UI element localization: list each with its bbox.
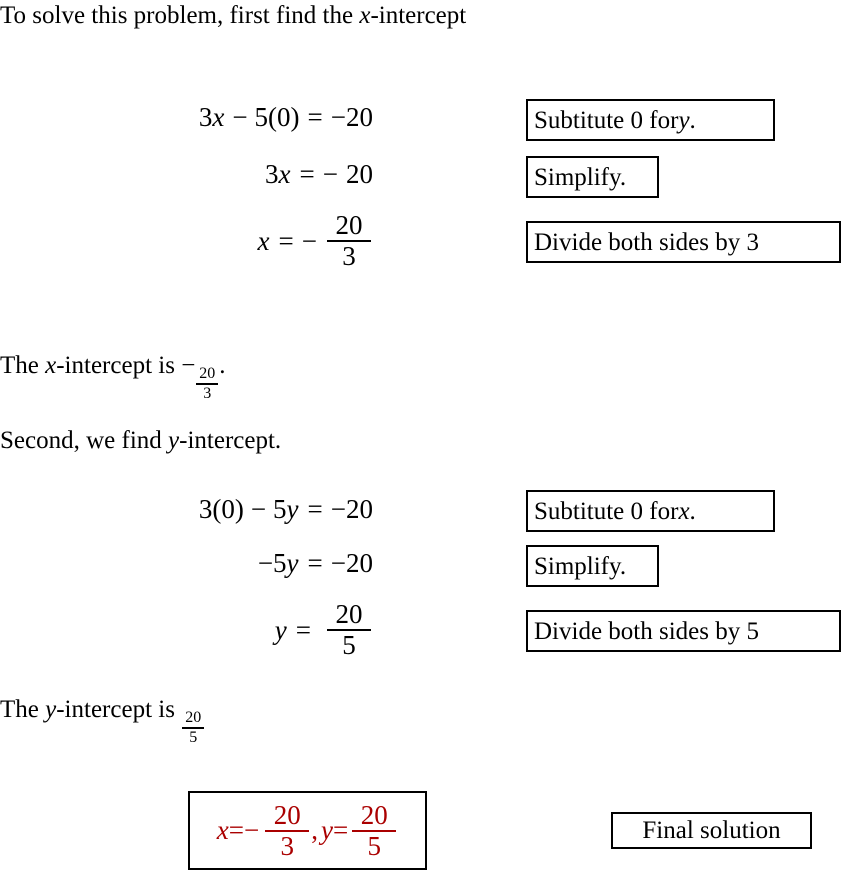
intro-variable-x: x — [359, 2, 371, 29]
final-x-sign: − — [244, 815, 260, 845]
final-y-numerator: 20 — [360, 799, 388, 830]
eq3-equals: = — [278, 225, 294, 256]
y-stmt-text-middle: -intercept is — [56, 696, 182, 723]
eq1-minus-operator: − — [232, 102, 248, 132]
ann1-text-after: . — [689, 106, 696, 134]
final-x-fraction: 20 3 — [265, 799, 310, 861]
ann2-text: Simplify. — [534, 163, 627, 191]
eq2-variable: x — [278, 159, 291, 189]
lead2-text-before: Second, we find — [0, 427, 169, 454]
eq4-variable: y — [286, 494, 299, 524]
equation-5: −5 y = −20 — [53, 550, 373, 577]
eq1-coefficient: 3 — [198, 102, 213, 132]
lead2-text-after: -intercept. — [179, 427, 282, 454]
equation-3: x = − 20 3 — [53, 212, 373, 270]
eq1-equals: = — [307, 102, 323, 132]
intro-text-after: -intercept — [370, 2, 467, 29]
eq5-variable: y — [286, 548, 299, 578]
eq3-numerator: 20 — [335, 210, 363, 240]
eq1-result: −20 — [330, 102, 373, 132]
ann4-variable-x: x — [678, 497, 690, 525]
ann4-text-after: . — [689, 497, 696, 525]
eq1-variable: x — [212, 102, 225, 132]
y-intercept-statement: The y-intercept is 20 5 — [0, 697, 205, 746]
ann4-text-before: Subtitute 0 for — [534, 497, 679, 525]
x-stmt-text-before: The — [0, 352, 46, 379]
y-stmt-denominator: 5 — [189, 728, 198, 746]
eq6-fraction: 20 5 — [327, 601, 371, 659]
y-stmt-fraction: 20 5 — [182, 709, 205, 746]
final-x-variable: x — [216, 815, 229, 845]
intro-line: To solve this problem, first find the x-… — [0, 3, 466, 28]
equation-1: 3 x −5(0) = −20 — [53, 104, 373, 131]
x-stmt-variable: x — [45, 352, 57, 379]
final-y-equals: = — [332, 815, 349, 845]
second-lead-in-line: Second, we find y-intercept. — [0, 428, 281, 453]
ann6-text: Divide both sides by 5 — [534, 617, 759, 645]
final-x-equals: = — [228, 815, 244, 845]
ann1-variable-y: y — [678, 106, 690, 134]
eq2-minus-sign: − — [322, 159, 338, 189]
final-label-text: Final solution — [642, 817, 781, 844]
eq3-minus-sign: − — [301, 225, 317, 256]
final-answer-box: x = − 20 3 , y = 20 5 — [188, 791, 427, 870]
eq5-coefficient: 5 — [273, 548, 287, 578]
eq2-coefficient: 3 — [265, 159, 279, 189]
annotation-box-substitute-y: Subtitute 0 for y. — [526, 99, 775, 141]
final-x-numerator: 20 — [273, 799, 301, 830]
ann3-text: Divide both sides by 3 — [534, 228, 759, 256]
x-stmt-sign: − — [181, 352, 196, 379]
eq4-term1: 3(0) — [198, 494, 244, 524]
eq3-variable: x — [257, 225, 270, 256]
annotation-box-substitute-x: Subtitute 0 for x. — [526, 490, 775, 532]
final-y-denominator: 5 — [367, 830, 381, 861]
equation-4: 3(0) −5 y = −20 — [53, 496, 373, 523]
eq3-denominator: 3 — [342, 241, 356, 271]
annotation-box-simplify-1: Simplify. — [526, 156, 659, 198]
eq4-coefficient: 5 — [273, 494, 287, 524]
eq6-equals: = — [295, 614, 311, 645]
eq6-numerator: 20 — [335, 599, 363, 629]
annotation-box-divide-by-3: Divide both sides by 3 — [526, 221, 841, 263]
final-separator: , — [311, 815, 318, 845]
x-stmt-fraction: 20 3 — [196, 365, 219, 402]
final-y-fraction: 20 5 — [352, 799, 397, 861]
final-y-variable: y — [320, 815, 333, 845]
eq5-minus-sign: − — [257, 548, 274, 578]
eq4-equals: = — [307, 494, 323, 524]
x-stmt-numerator: 20 — [199, 365, 216, 382]
equation-6: y = 20 5 — [53, 601, 373, 659]
ann5-text: Simplify. — [534, 552, 627, 580]
y-stmt-numerator: 20 — [185, 709, 202, 726]
eq2-result: 20 — [346, 159, 373, 189]
ann1-text-before: Subtitute 0 for — [534, 106, 679, 134]
eq4-result: −20 — [330, 494, 373, 524]
final-solution-label-box: Final solution — [611, 812, 812, 849]
annotation-box-simplify-2: Simplify. — [526, 545, 659, 587]
eq4-minus-operator: − — [250, 494, 267, 524]
x-stmt-denominator: 3 — [203, 384, 212, 402]
x-stmt-text-after: . — [219, 352, 226, 379]
x-intercept-statement: The x-intercept is −20 3. — [0, 353, 226, 402]
equation-2: 3 x = −20 — [53, 161, 373, 188]
y-stmt-variable: y — [45, 696, 57, 723]
eq1-term: 5(0) — [254, 102, 300, 132]
x-stmt-text-middle: -intercept is — [56, 352, 182, 379]
eq5-equals: = — [307, 548, 323, 578]
eq2-equals: = — [299, 159, 315, 189]
lead2-variable-y: y — [168, 427, 180, 454]
eq6-denominator: 5 — [342, 630, 356, 660]
annotation-box-divide-by-5: Divide both sides by 5 — [526, 610, 841, 652]
y-stmt-text-before: The — [0, 696, 46, 723]
intro-text-before: To solve this problem, first find the — [0, 2, 360, 29]
eq3-fraction: 20 3 — [327, 212, 371, 270]
eq5-result: −20 — [330, 548, 373, 578]
final-x-denominator: 3 — [280, 830, 294, 861]
eq6-variable: y — [274, 614, 287, 645]
